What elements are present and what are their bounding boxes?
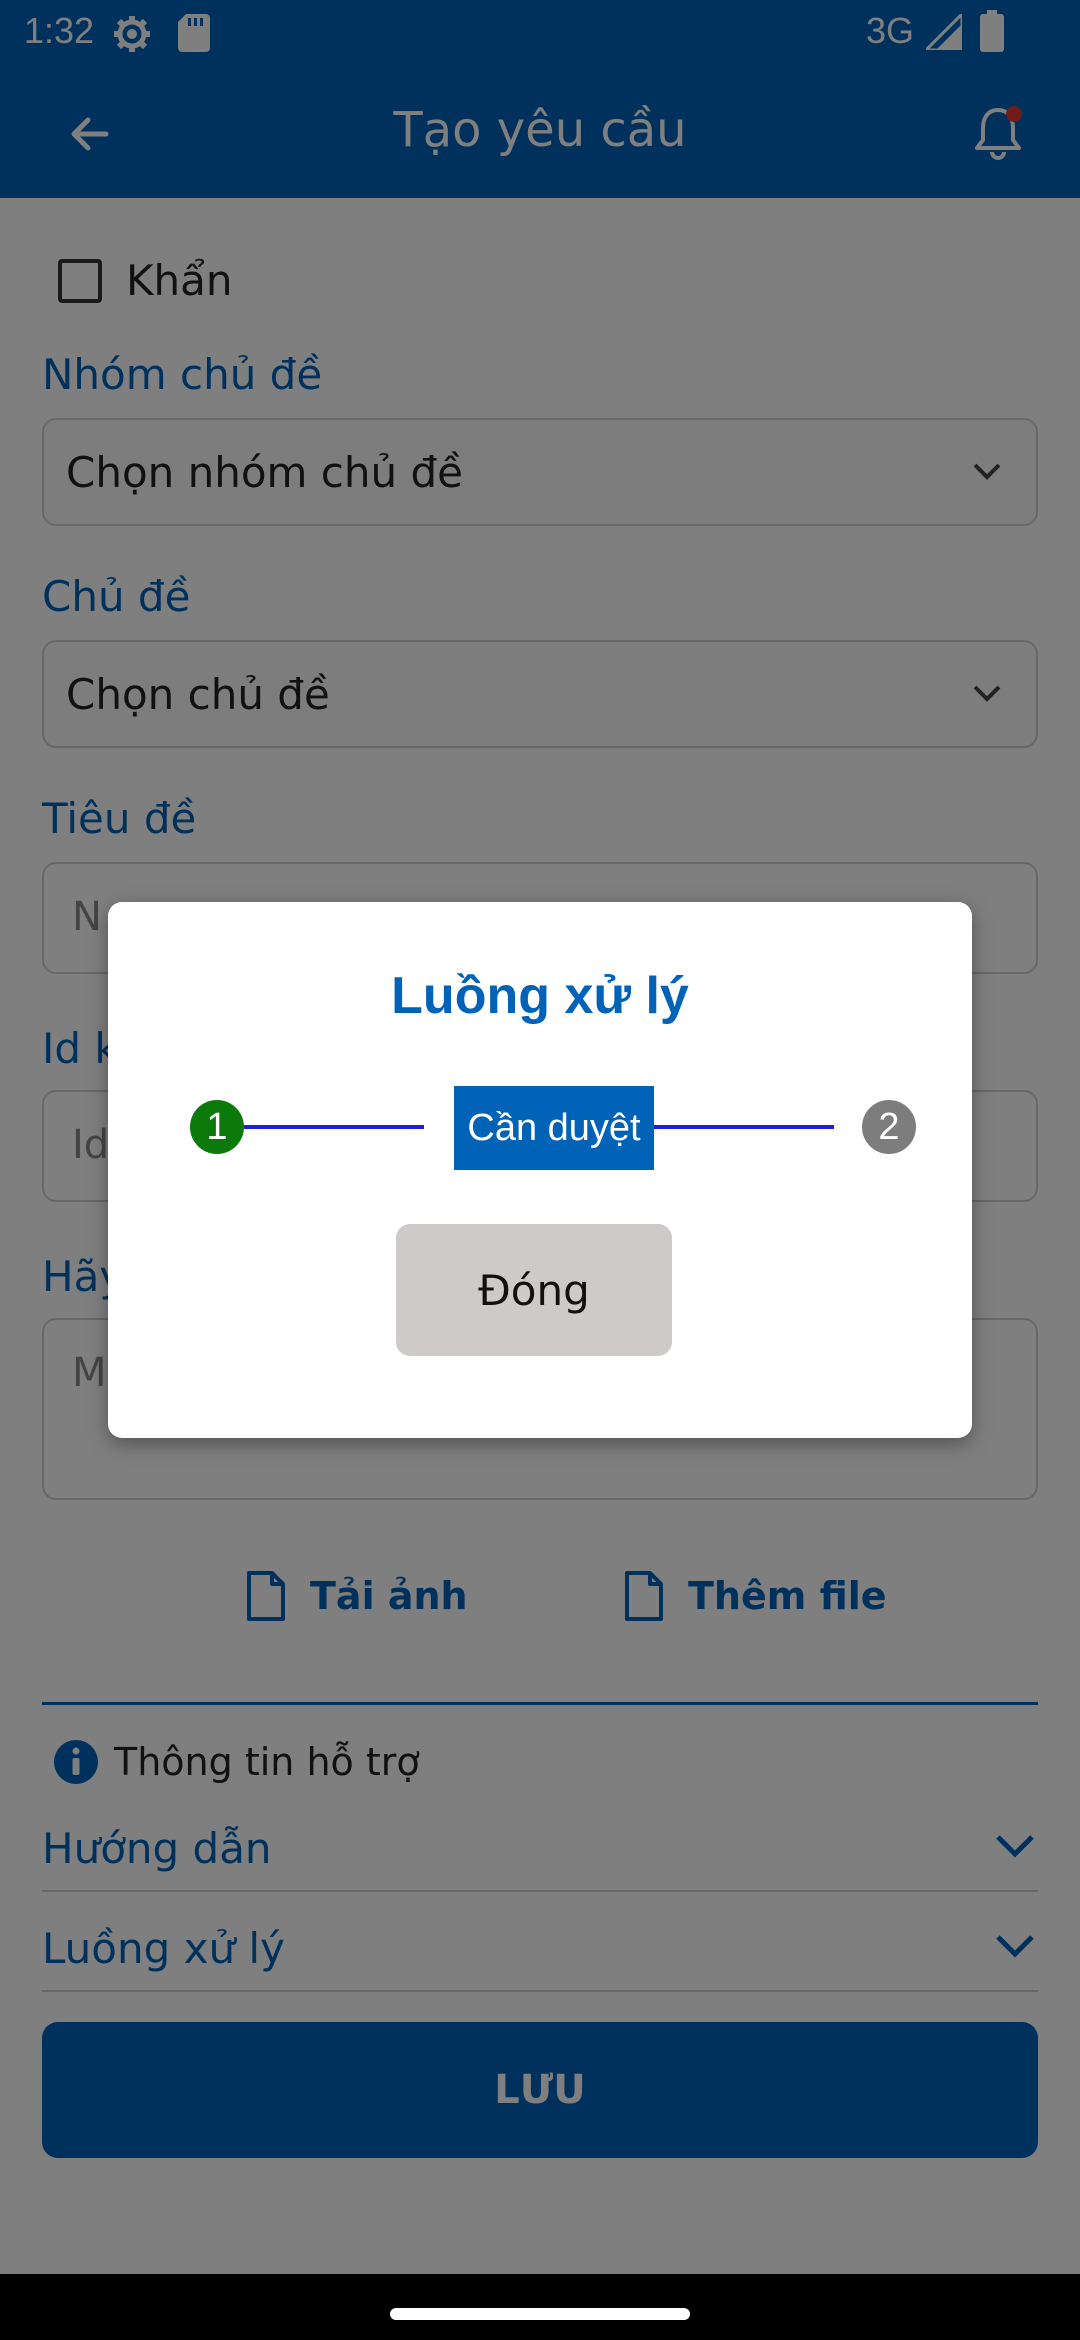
workflow-dialog: Luồng xử lý 1 Cần duyệt 2 Đóng (108, 902, 972, 1438)
step-1-indicator: 1 (190, 1100, 244, 1154)
close-button[interactable]: Đóng (396, 1224, 672, 1356)
home-gesture-handle[interactable] (390, 2308, 690, 2320)
status-badge: Cần duyệt (454, 1086, 654, 1170)
dialog-title: Luồng xử lý (391, 967, 689, 1025)
step-connector-line (654, 1125, 834, 1129)
step-connector-line (244, 1125, 424, 1129)
step-2-indicator: 2 (862, 1100, 916, 1154)
system-nav-bar (0, 2274, 1080, 2340)
